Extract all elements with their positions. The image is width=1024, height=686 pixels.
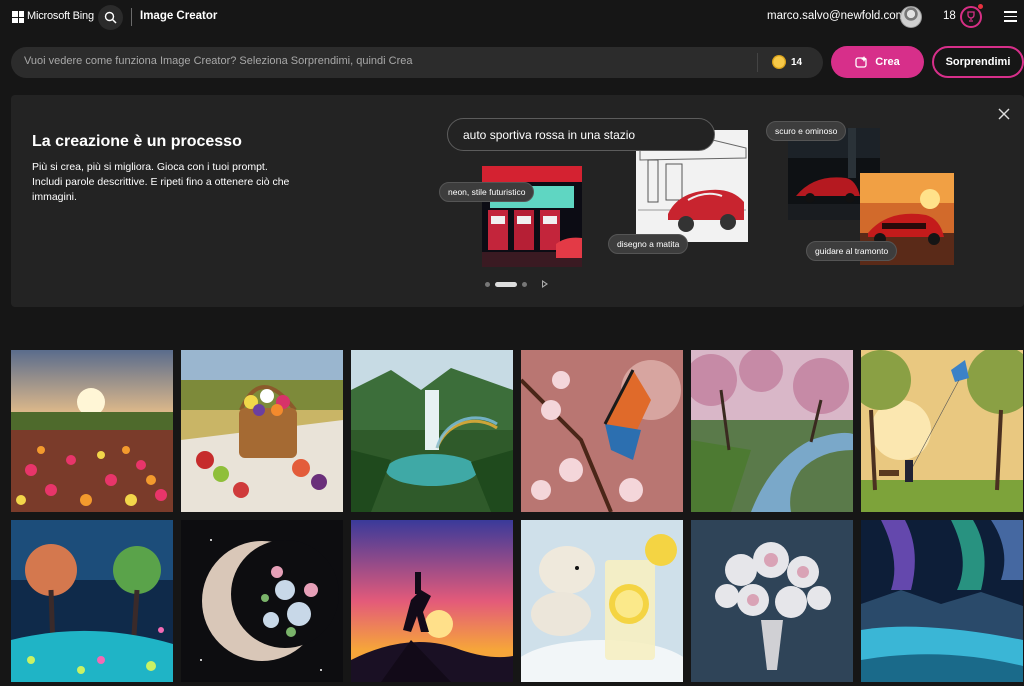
gallery-image-blossom-river[interactable] xyxy=(691,350,853,512)
carousel-dot[interactable] xyxy=(485,282,490,287)
demo-prompt-field: auto sportiva rossa in una stazio xyxy=(447,118,715,151)
play-icon[interactable] xyxy=(542,280,548,288)
gallery-image-waterfall[interactable] xyxy=(351,350,513,512)
brand-name[interactable]: Microsoft Bing xyxy=(27,10,94,22)
gallery-image-neon-forest[interactable] xyxy=(11,520,173,682)
info-panel-title: La creazione è un processo xyxy=(32,133,242,150)
notification-dot xyxy=(978,4,983,9)
gallery-image-bouquet[interactable] xyxy=(691,520,853,682)
chip-pencil-drawing: disegno a matita xyxy=(608,234,689,254)
avatar[interactable] xyxy=(900,6,922,28)
info-panel-body: Più si crea, più si migliora. Gioca con … xyxy=(32,161,290,203)
header-divider xyxy=(131,8,132,26)
user-email[interactable]: marco.salvo@newfold.com xyxy=(767,10,905,22)
chip-dark-ominous: scuro e ominoso xyxy=(766,121,847,141)
boost-coin-icon xyxy=(772,55,786,69)
prompt-input[interactable] xyxy=(24,55,754,67)
sparkle-image-icon xyxy=(855,56,868,68)
carousel-dot[interactable] xyxy=(522,282,527,287)
search-icon xyxy=(104,11,117,24)
rewards-trophy-icon[interactable] xyxy=(960,6,982,28)
create-button[interactable]: Crea xyxy=(831,46,924,78)
carousel-dot-active[interactable] xyxy=(495,282,517,287)
gallery-image-kite-park[interactable] xyxy=(861,350,1023,512)
boost-count: 14 xyxy=(791,57,803,68)
surprise-button[interactable]: Sorprendimi xyxy=(932,46,1024,78)
create-button-label: Crea xyxy=(875,56,900,68)
chip-sunset-drive: guidare al tramonto xyxy=(806,241,898,261)
microsoft-logo-icon[interactable] xyxy=(12,11,24,23)
prompt-divider xyxy=(757,53,758,72)
close-icon[interactable] xyxy=(997,107,1011,121)
gallery-image-northern-lights[interactable] xyxy=(861,520,1023,682)
rewards-count[interactable]: 18 xyxy=(943,10,956,22)
search-button[interactable] xyxy=(98,5,123,30)
gallery-image-picnic[interactable] xyxy=(181,350,343,512)
gallery-image-butterfly[interactable] xyxy=(521,350,683,512)
product-name[interactable]: Image Creator xyxy=(140,10,217,22)
chip-neon-style: neon, stile futuristico xyxy=(439,182,535,202)
prompt-bar xyxy=(11,47,823,78)
carousel-indicators[interactable] xyxy=(485,282,527,287)
gallery-image-tulips[interactable] xyxy=(11,350,173,512)
gallery-image-horse-rider[interactable] xyxy=(351,520,513,682)
gallery-image-polar-bears[interactable] xyxy=(521,520,683,682)
gallery-image-moon-flowers[interactable] xyxy=(181,520,343,682)
trophy-icon xyxy=(967,11,975,22)
menu-icon[interactable] xyxy=(1004,11,1017,22)
